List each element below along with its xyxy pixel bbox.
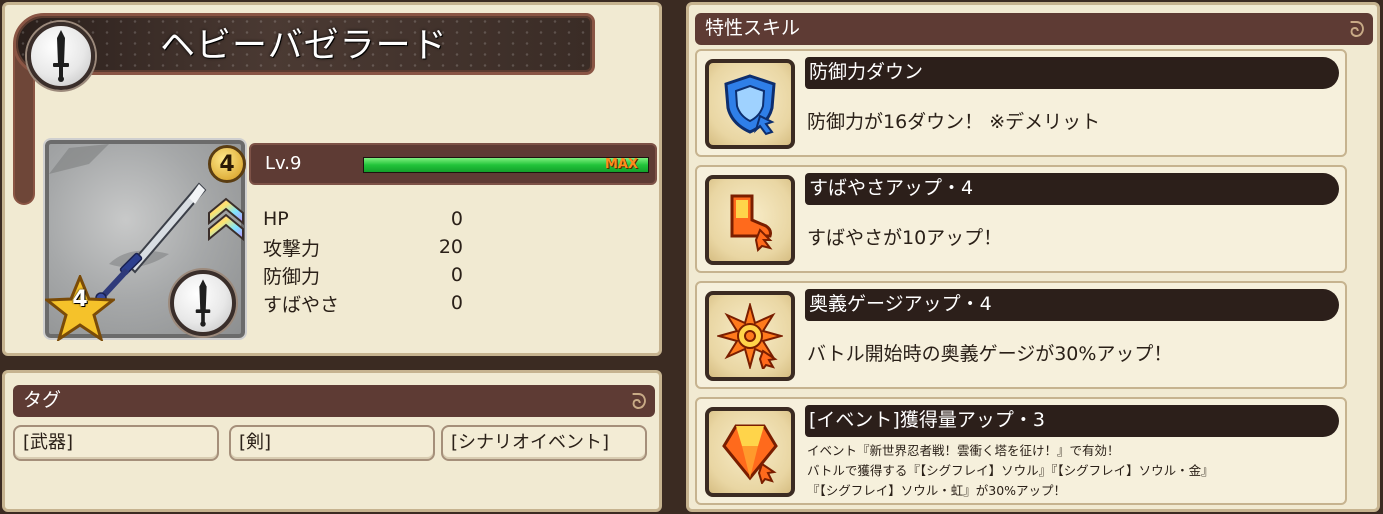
ornament-curl-icon: ᘐ [631,390,648,415]
skill-card-speed-up[interactable]: すばやさアップ・4 すばやさが10アップ！ [695,165,1347,273]
skills-panel: 特性スキル ᘐ 防御力ダウン 防御力が16ダウン！ ※デメリット すばやさアップ… [686,2,1380,512]
stats-list: HP 0 攻撃力 20 防御力 0 すばやさ 0 [263,205,463,317]
boot-up-icon [705,175,795,265]
skill-card-event-gain-up[interactable]: [イベント]獲得量アップ・3 イベント『新世界忍者戦！雲衝く塔を征け！』で有効！… [695,397,1347,505]
skill-description-line: バトルで獲得する『【シグフレイ】ソウル』『【シグフレイ】ソウル・金』 [807,463,1214,478]
star-rank-number: 4 [72,287,88,312]
stat-label: 攻撃力 [263,237,321,260]
skill-title: すばやさアップ・4 [805,173,1339,205]
skills-header: 特性スキル ᘐ [695,13,1373,45]
level-bar: Lv.9 MAX [249,143,657,185]
stat-row-hp: HP 0 [263,205,463,233]
skill-description: すばやさが10アップ！ [807,227,1003,249]
skill-card-defense-down[interactable]: 防御力ダウン 防御力が16ダウン！ ※デメリット [695,49,1347,157]
stat-row-attack: 攻撃力 20 [263,233,463,261]
stat-value: 0 [450,292,463,314]
stat-label: 防御力 [263,265,321,288]
skill-card-burst-gauge-up[interactable]: 奥義ゲージアップ・4 バトル開始時の奥義ゲージが30%アップ！ [695,281,1347,389]
skill-description: イベント『新世界忍者戦！雲衝く塔を征け！』で有効！ バトルで獲得する『【シグフレ… [807,441,1214,501]
skill-title: 奥義ゲージアップ・4 [805,289,1339,321]
stat-row-defense: 防御力 0 [263,261,463,289]
shield-down-icon [705,59,795,149]
level-label: Lv.9 [265,153,302,174]
max-label: MAX [604,157,638,172]
gem-up-icon [705,407,795,497]
tag-sword[interactable]: [剣] [229,425,435,461]
tag-weapon[interactable]: [武器] [13,425,219,461]
rarity-number: 4 [219,151,235,177]
skill-title: [イベント]獲得量アップ・3 [805,405,1339,437]
skill-description-line: イベント『新世界忍者戦！雲衝く塔を征け！』で有効！ [807,443,1120,458]
skills-header-label: 特性スキル [705,17,801,39]
tag-scenario-event[interactable]: [シナリオイベント] [441,425,647,461]
stat-value: 20 [438,236,463,258]
exp-gauge: MAX [363,157,649,173]
burst-gauge-icon [705,291,795,381]
sword-type-icon-small [170,270,236,336]
skill-description-line: 『【シグフレイ】ソウル・虹』が30%アップ！ [807,483,1067,498]
stat-value: 0 [450,208,463,230]
stat-label: HP [263,208,289,230]
stat-label: すばやさ [263,293,340,316]
rank-chevron-icon [208,197,244,241]
tag-header: タグ ᘐ [13,385,655,417]
stat-row-speed: すばやさ 0 [263,289,463,317]
tag-panel: タグ ᘐ [武器] [剣] [シナリオイベント] [2,370,662,512]
skill-description: バトル開始時の奥義ゲージが30%アップ！ [807,343,1173,365]
rarity-badge: 4 [208,145,246,183]
sword-type-icon [27,22,95,90]
skill-description: 防御力が16ダウン！ ※デメリット [807,111,1101,133]
stat-value: 0 [450,264,463,286]
item-detail-panel: ヘビーバゼラード 4 4 Lv.9 MAX HP 0 攻撃力 20 防御力 0 … [2,2,662,356]
item-name: ヘビーバゼラード [160,26,448,66]
skill-title: 防御力ダウン [805,57,1339,89]
ornament-curl-icon: ᘐ [1349,18,1366,43]
tag-header-label: タグ [23,389,62,411]
